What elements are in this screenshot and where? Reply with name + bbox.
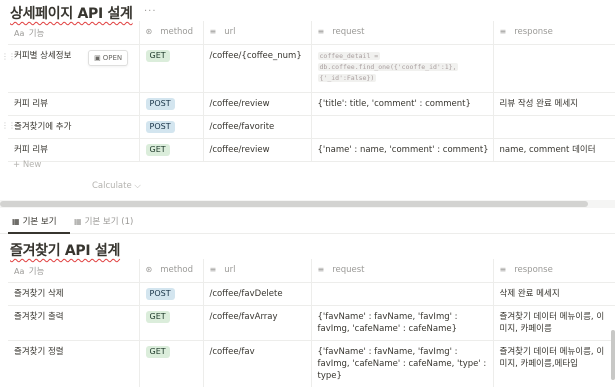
text-property-icon: Aa: [14, 267, 25, 276]
header-request[interactable]: ≡ request: [311, 259, 494, 283]
cell-url[interactable]: /coffee/favorite: [203, 115, 312, 139]
text-icon: ≡: [317, 265, 325, 274]
cell-url[interactable]: /coffee/favDelete: [203, 282, 312, 306]
cell-response[interactable]: 즐겨찾기 데이터 메뉴이름, 이미지, 카페이름: [493, 305, 615, 341]
table-row[interactable]: 즐겨찾기 정렬 GET /coffee/fav {'favName' : fav…: [8, 340, 615, 387]
cell-response[interactable]: 즐겨찾기 데이터 메뉴이름, 이미지, 카페이름,메타입: [493, 340, 615, 387]
text-icon: ≡: [317, 27, 325, 36]
method-tag: GET: [145, 143, 170, 156]
db2-title: 즐겨찾기 API 설계: [10, 243, 121, 259]
method-tag: GET: [145, 310, 170, 323]
text-icon: ≡: [499, 27, 507, 36]
cell-request[interactable]: {'name' : name, 'comment' : comment}: [311, 138, 494, 162]
drag-handle-icon[interactable]: ⋮⋮: [1, 52, 16, 61]
method-tag: POST: [145, 287, 175, 300]
cell-feature[interactable]: 커피 리뷰: [8, 138, 140, 162]
method-tag: POST: [145, 120, 175, 133]
table-row[interactable]: 즐겨찾기에 추가 POST /coffee/favorite: [8, 115, 615, 139]
horizontal-scrollbar[interactable]: [0, 200, 615, 208]
table-header-row: Aa 기능 ⊛ method ≡ url ≡ request ≡ respons…: [8, 259, 615, 283]
text-property-icon: Aa: [14, 29, 25, 38]
header-request[interactable]: ≡ request: [311, 21, 494, 45]
cell-request[interactable]: [311, 282, 494, 306]
cell-url[interactable]: /coffee/review: [203, 138, 312, 162]
cell-response[interactable]: 리뷰 작성 완료 메세지: [493, 92, 615, 116]
cell-request[interactable]: [311, 115, 494, 139]
cell-method[interactable]: GET: [139, 340, 204, 387]
header-response[interactable]: ≡ response: [493, 21, 615, 45]
cell-request[interactable]: {'title': title, 'comment' : comment}: [311, 92, 494, 116]
table-row[interactable]: 커피별 상세정보 ▣ OPEN GET /coffee/{coffee_num} …: [8, 44, 615, 93]
cell-method[interactable]: GET: [139, 138, 204, 162]
db2-table: Aa 기능 ⊛ method ≡ url ≡ request ≡ respons…: [8, 259, 615, 387]
status-icon: ⊛: [145, 265, 153, 274]
cell-response[interactable]: 삭제 완료 메세지: [493, 282, 615, 306]
cell-url[interactable]: /coffee/fav: [203, 340, 312, 387]
db1-title: 상세페이지 API 설계: [10, 6, 133, 22]
open-page-icon: ▣: [94, 53, 101, 62]
calculate-button[interactable]: Calculate ⌵: [92, 181, 141, 191]
method-tag: POST: [145, 97, 175, 110]
list-icon: ≡: [209, 265, 217, 274]
scrollbar-thumb[interactable]: [0, 201, 588, 207]
header-url[interactable]: ≡ url: [203, 21, 312, 45]
view-tabs: ▦ 기본 보기 ▦ 기본 보기 (1): [0, 208, 615, 234]
cell-url[interactable]: /coffee/review: [203, 92, 312, 116]
cell-method[interactable]: POST: [139, 115, 204, 139]
cell-url[interactable]: /coffee/favArray: [203, 305, 312, 341]
cell-request[interactable]: {'favName' : favName, 'favImg' : favImg,…: [311, 305, 494, 341]
cell-response[interactable]: [493, 44, 615, 93]
table-row[interactable]: 즐겨찾기 출력 GET /coffee/favArray {'favName' …: [8, 305, 615, 341]
header-feature[interactable]: Aa 기능: [8, 259, 140, 283]
active-tab-indicator: [8, 232, 70, 234]
table-row[interactable]: 커피 리뷰 POST /coffee/review {'title': titl…: [8, 92, 615, 116]
cell-request[interactable]: {'favName' : favName, 'favImg' : favImg,…: [311, 340, 494, 387]
cell-feature[interactable]: 커피 리뷰: [8, 92, 140, 116]
table-row[interactable]: 커피 리뷰 GET /coffee/review {'name' : name,…: [8, 138, 615, 162]
cell-method[interactable]: GET: [139, 305, 204, 341]
header-method[interactable]: ⊛ method: [139, 259, 204, 283]
cell-url[interactable]: /coffee/{coffee_num}: [203, 44, 312, 93]
db1-table: Aa 기능 ⊛ method ≡ url ≡ request ≡ respons…: [8, 21, 615, 162]
tab-default-view[interactable]: ▦ 기본 보기: [12, 215, 57, 227]
table-header-row: Aa 기능 ⊛ method ≡ url ≡ request ≡ respons…: [8, 21, 615, 45]
header-response[interactable]: ≡ response: [493, 259, 615, 283]
cell-response[interactable]: name, comment 데이터: [493, 138, 615, 162]
text-icon: ≡: [499, 265, 507, 274]
cell-feature[interactable]: 즐겨찾기에 추가: [8, 115, 140, 139]
header-method[interactable]: ⊛ method: [139, 21, 204, 45]
cell-method[interactable]: POST: [139, 282, 204, 306]
table-icon: ▦: [12, 217, 20, 226]
cell-feature[interactable]: 즐겨찾기 삭제: [8, 282, 140, 306]
tab-default-view-1[interactable]: ▦ 기본 보기 (1): [74, 215, 133, 227]
new-row-button[interactable]: + New: [13, 160, 41, 170]
cell-feature[interactable]: 즐겨찾기 출력: [8, 305, 140, 341]
header-feature[interactable]: Aa 기능: [8, 21, 140, 45]
list-icon: ≡: [209, 27, 217, 36]
header-url[interactable]: ≡ url: [203, 259, 312, 283]
cell-request[interactable]: coffee_detail = db.coffee.find_one({'coo…: [311, 44, 494, 93]
drag-handle-icon[interactable]: ⋮⋮: [1, 121, 16, 130]
cell-feature[interactable]: 커피별 상세정보 ▣ OPEN: [8, 44, 140, 93]
vertical-scrollbar[interactable]: [611, 330, 615, 380]
method-tag: GET: [145, 49, 170, 62]
open-button[interactable]: ▣ OPEN: [88, 49, 129, 66]
more-options-icon[interactable]: ···: [144, 6, 157, 17]
cell-feature[interactable]: 즐겨찾기 정렬: [8, 340, 140, 387]
cell-response[interactable]: [493, 115, 615, 139]
table-row[interactable]: 즐겨찾기 삭제 POST /coffee/favDelete 삭제 완료 메세지: [8, 282, 615, 306]
cell-method[interactable]: GET: [139, 44, 204, 93]
method-tag: GET: [145, 345, 170, 358]
table-icon: ▦: [74, 217, 82, 226]
status-icon: ⊛: [145, 27, 153, 36]
cell-method[interactable]: POST: [139, 92, 204, 116]
